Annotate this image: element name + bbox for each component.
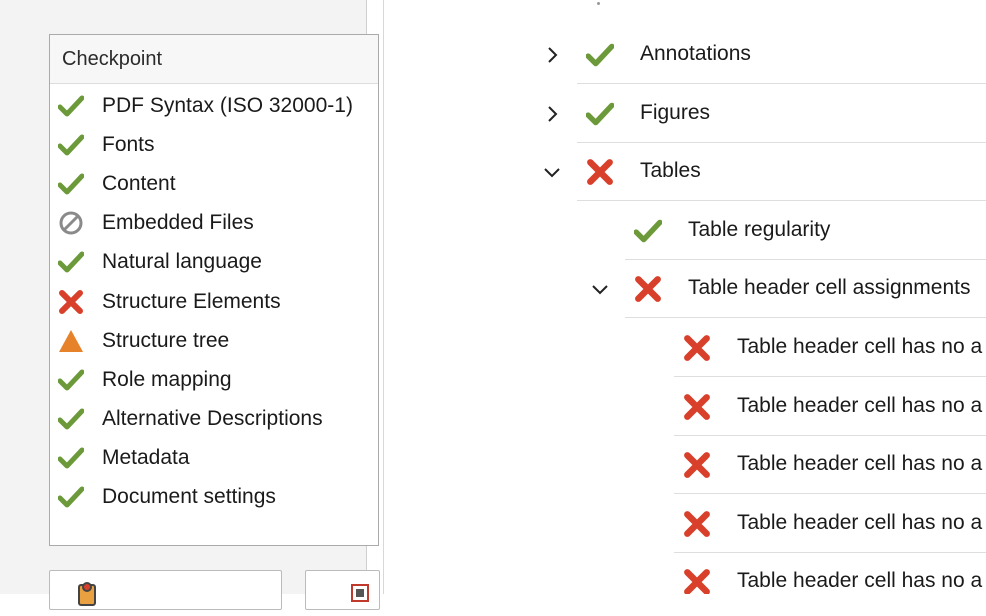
- checkpoint-item[interactable]: Content: [50, 164, 378, 203]
- checkpoint-list-box: Checkpoint PDF Syntax (ISO 32000-1) Fonts…: [49, 34, 379, 546]
- cross-icon: [681, 508, 713, 540]
- checkpoint-column-header[interactable]: Checkpoint: [50, 35, 378, 84]
- checkpoint-list: PDF Syntax (ISO 32000-1) Fonts Content Embe…: [50, 84, 378, 517]
- prohibited-icon: [56, 208, 86, 238]
- checkpoint-item[interactable]: Alternative Descriptions: [50, 400, 378, 439]
- checkpoint-item[interactable]: Structure Elements: [50, 282, 378, 321]
- checkpoint-item-label: Document settings: [102, 485, 276, 509]
- check-icon: [584, 98, 616, 130]
- check-icon: [56, 169, 86, 199]
- tree-row-label: Annotations: [640, 42, 751, 65]
- warning-triangle-icon: [56, 326, 86, 356]
- tree-row-label: Table header cell has no a: [737, 335, 983, 358]
- check-icon: [584, 39, 616, 71]
- check-icon: [56, 443, 86, 473]
- chevron-right-icon[interactable]: [541, 103, 563, 125]
- checkpoint-item-label: Content: [102, 171, 176, 195]
- tree-row-label: Table header cell has no a: [737, 452, 983, 476]
- check-icon: [56, 404, 86, 434]
- checkpoint-item-label: Structure Elements: [102, 289, 281, 313]
- scroll-remnant: [597, 2, 600, 5]
- chevron-down-icon[interactable]: [589, 278, 611, 300]
- cross-icon: [681, 449, 713, 481]
- tree-row[interactable]: Table header cell has no a: [530, 436, 986, 495]
- checkpoint-item-label: Metadata: [102, 446, 190, 470]
- tree-row-label: Table header cell assignments: [688, 276, 971, 300]
- tree-row-label: Table header cell has no a: [737, 569, 983, 593]
- cross-icon: [584, 156, 616, 188]
- checkpoint-item-label: Natural language: [102, 250, 262, 274]
- tree-row-label: Tables: [640, 159, 701, 183]
- results-tree: Annotations Figures Tables Table regularity…: [530, 0, 986, 594]
- checkpoint-item[interactable]: Natural language: [50, 243, 378, 282]
- tree-row[interactable]: Annotations: [530, 26, 986, 84]
- tree-row[interactable]: Table header cell has no a: [530, 378, 986, 436]
- report-button[interactable]: [49, 570, 282, 610]
- check-icon: [632, 215, 664, 247]
- tree-row[interactable]: Table header cell has no a: [530, 319, 986, 377]
- tree-row-label: Figures: [640, 100, 711, 124]
- report-icon: [70, 581, 108, 616]
- checkpoint-item[interactable]: Metadata: [50, 439, 378, 478]
- checkpoint-item-label: Structure tree: [102, 328, 230, 352]
- checkpoint-item-label: Alternative Descriptions: [102, 407, 323, 431]
- checkpoint-item[interactable]: Role mapping: [50, 360, 378, 399]
- chevron-right-icon[interactable]: [541, 44, 563, 66]
- checkpoint-item[interactable]: Embedded Files: [50, 204, 378, 243]
- checkpoint-item-label: Fonts: [102, 132, 155, 156]
- checkpoint-item-label: PDF Syntax (ISO 32000-1): [102, 93, 353, 117]
- check-icon: [56, 130, 86, 160]
- cross-icon: [681, 332, 713, 364]
- checkpoint-panel: Checkpoint PDF Syntax (ISO 32000-1) Fonts…: [0, 0, 384, 610]
- check-icon: [56, 91, 86, 121]
- cross-icon: [632, 273, 664, 305]
- check-icon: [56, 365, 86, 395]
- check-icon: [56, 482, 86, 512]
- cross-icon: [56, 287, 86, 317]
- checkpoint-item[interactable]: Document settings: [50, 478, 378, 517]
- tree-row[interactable]: Figures: [530, 85, 986, 143]
- tree-row-label: Table regularity: [688, 217, 831, 241]
- tree-row[interactable]: Table header cell has no a: [530, 495, 986, 553]
- cross-icon: [681, 566, 713, 594]
- panel-border: [383, 0, 384, 594]
- tree-row-label: Table header cell has no a: [737, 393, 983, 417]
- export-button[interactable]: [305, 570, 380, 610]
- checkpoint-item[interactable]: Fonts: [50, 125, 378, 164]
- checkpoint-item[interactable]: PDF Syntax (ISO 32000-1): [50, 86, 378, 125]
- tree-row[interactable]: Table header cell has no a: [530, 553, 986, 594]
- tree-row-label: Table header cell has no a: [737, 510, 983, 534]
- chevron-down-icon[interactable]: [541, 161, 563, 183]
- cross-icon: [681, 391, 713, 423]
- tree-row[interactable]: Table header cell assignments: [530, 260, 986, 319]
- export-icon: [350, 583, 370, 608]
- check-icon: [56, 247, 86, 277]
- checkpoint-item[interactable]: Structure tree: [50, 321, 378, 360]
- tree-row[interactable]: Tables: [530, 143, 986, 202]
- checkpoint-item-label: Embedded Files: [102, 211, 254, 235]
- tree-row[interactable]: Table regularity: [530, 202, 986, 260]
- checkpoint-item-label: Role mapping: [102, 367, 232, 391]
